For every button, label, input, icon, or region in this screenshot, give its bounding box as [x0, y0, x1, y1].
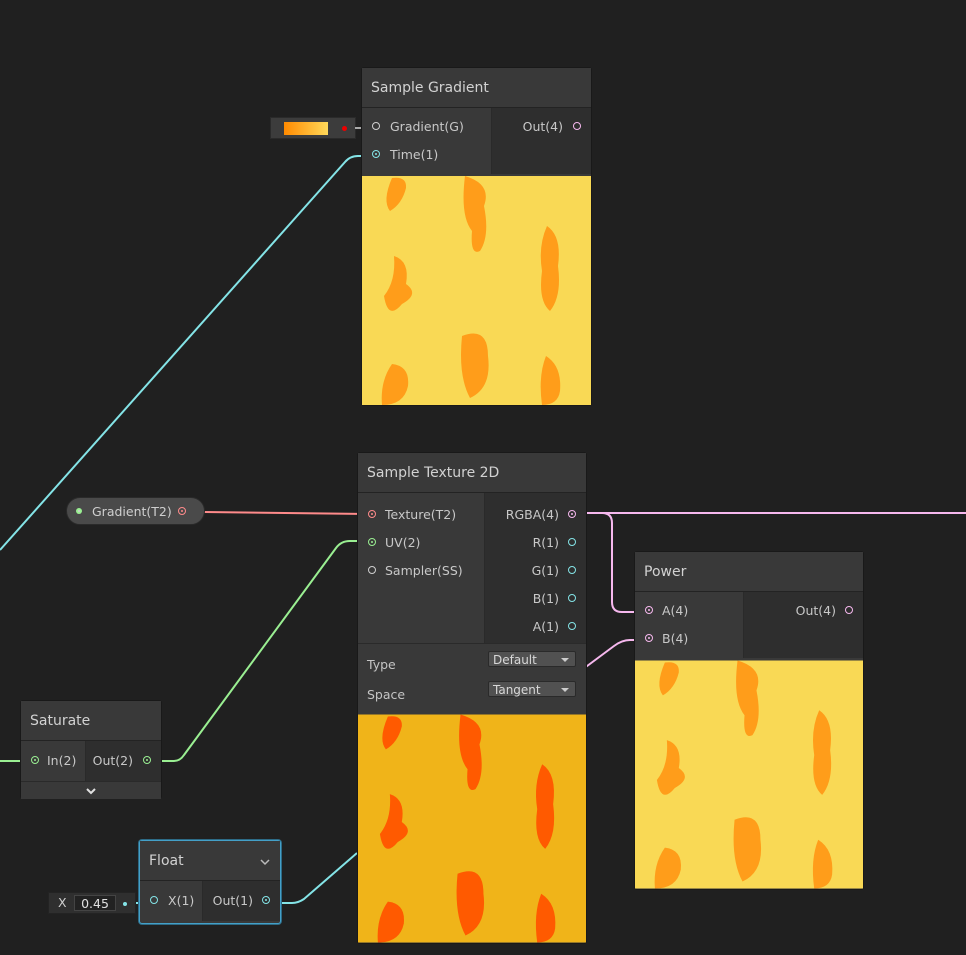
- node-float[interactable]: Float X(1) Out(1): [139, 840, 281, 924]
- gradient-pin-icon: [342, 126, 347, 131]
- port-pin-icon[interactable]: [368, 510, 376, 518]
- x-field-value[interactable]: 0.45: [74, 895, 116, 911]
- port-pin-icon[interactable]: [150, 896, 158, 904]
- x-field-label: X: [58, 895, 67, 910]
- node-title: Sample Gradient: [362, 68, 591, 108]
- float-x-field[interactable]: X 0.45: [48, 892, 136, 914]
- node-preview: [358, 714, 586, 943]
- pill-label: Gradient(T2): [92, 504, 172, 519]
- port-pin-icon[interactable]: [372, 150, 380, 158]
- port-x-in[interactable]: X(1): [140, 887, 202, 915]
- port-pin-icon[interactable]: [368, 538, 376, 546]
- node-title: Sample Texture 2D: [358, 453, 586, 493]
- port-pin-icon[interactable]: [568, 566, 576, 574]
- expand-toggle[interactable]: [21, 781, 161, 799]
- port-pin-icon[interactable]: [372, 122, 380, 130]
- wire-time: [0, 155, 370, 551]
- port-texture-in[interactable]: Texture(T2): [358, 501, 484, 529]
- pill-output-pin-icon[interactable]: [178, 507, 186, 515]
- port-pin-icon[interactable]: [845, 606, 853, 614]
- port-a-in[interactable]: A(4): [635, 597, 743, 625]
- type-dropdown[interactable]: Default: [488, 651, 576, 667]
- node-title: Power: [635, 552, 863, 592]
- node-preview: [635, 660, 863, 889]
- port-pin-icon[interactable]: [368, 566, 376, 574]
- port-a-out[interactable]: A(1): [485, 613, 586, 641]
- port-in[interactable]: In(2): [21, 747, 85, 775]
- gradient-swatch: [284, 122, 328, 135]
- port-out[interactable]: Out(1): [203, 887, 280, 915]
- node-saturate[interactable]: Saturate In(2) Out(2): [20, 700, 162, 799]
- port-out[interactable]: Out(4): [492, 113, 591, 141]
- port-pin-icon[interactable]: [262, 896, 270, 904]
- node-sample-gradient[interactable]: Sample Gradient Gradient(G) Time(1) Out(…: [361, 67, 592, 406]
- x-field-dot-icon: [123, 902, 127, 906]
- port-sampler-in[interactable]: Sampler(SS): [358, 557, 484, 585]
- node-sample-texture-2d[interactable]: Sample Texture 2D Texture(T2) UV(2) Samp…: [357, 452, 587, 944]
- wire-saturate-uv: [150, 540, 368, 762]
- port-out[interactable]: Out(4): [744, 597, 863, 625]
- port-gradient-in[interactable]: Gradient(G): [362, 113, 491, 141]
- space-dropdown[interactable]: Tangent: [488, 681, 576, 697]
- chevron-down-icon: [86, 788, 96, 795]
- chevron-down-icon[interactable]: [260, 858, 270, 866]
- pill-left-dot-icon: [76, 508, 82, 514]
- port-pin-icon[interactable]: [645, 606, 653, 614]
- node-settings: Type Default Space Tangent: [358, 643, 586, 713]
- node-title: Saturate: [21, 701, 161, 741]
- port-r-out[interactable]: R(1): [485, 529, 586, 557]
- port-b-in[interactable]: B(4): [635, 625, 743, 653]
- port-pin-icon[interactable]: [573, 122, 581, 130]
- node-title: Float: [140, 841, 280, 881]
- port-pin-icon[interactable]: [645, 634, 653, 642]
- port-rgba-out[interactable]: RGBA(4): [485, 501, 586, 529]
- gradient-field[interactable]: [270, 117, 356, 139]
- port-pin-icon[interactable]: [568, 622, 576, 630]
- port-pin-icon[interactable]: [568, 538, 576, 546]
- port-uv-in[interactable]: UV(2): [358, 529, 484, 557]
- node-preview: [362, 176, 591, 405]
- port-pin-icon[interactable]: [568, 510, 576, 518]
- port-pin-icon[interactable]: [143, 756, 151, 764]
- port-pin-icon[interactable]: [31, 756, 39, 764]
- port-time-in[interactable]: Time(1): [362, 141, 491, 169]
- wire-gradient-texture: [203, 511, 369, 515]
- port-b-out[interactable]: B(1): [485, 585, 586, 613]
- port-out[interactable]: Out(2): [86, 747, 161, 775]
- property-gradient-pill[interactable]: Gradient(T2): [66, 497, 205, 525]
- port-g-out[interactable]: G(1): [485, 557, 586, 585]
- port-pin-icon[interactable]: [568, 594, 576, 602]
- node-power[interactable]: Power A(4) B(4) Out(4): [634, 551, 864, 890]
